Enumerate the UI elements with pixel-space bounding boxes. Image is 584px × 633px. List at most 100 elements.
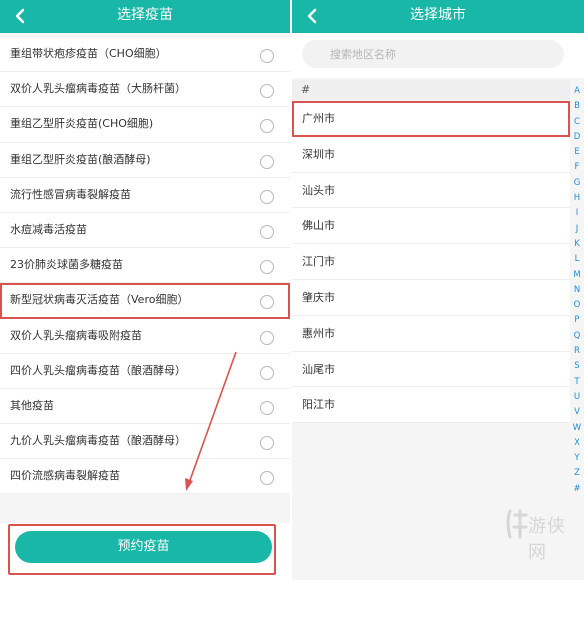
watermark-icon xyxy=(506,509,528,539)
index-letter[interactable]: E xyxy=(570,145,584,160)
radio-button[interactable] xyxy=(260,224,274,239)
index-letter[interactable]: N xyxy=(570,283,584,298)
vaccine-name: 重组乙型肝炎疫苗(酿酒酵母) xyxy=(10,152,151,166)
radio-button[interactable] xyxy=(260,154,274,169)
alphabet-index[interactable]: A B C D E F G H I J K L M N O P Q R S T U V W X Y Z # xyxy=(570,84,584,497)
page-title: 选择城市 xyxy=(410,7,466,23)
city-header-bar: 选择城市 xyxy=(292,0,584,33)
city-name: 汕头市 xyxy=(302,183,335,197)
vaccine-name: 水痘减毒活疫苗 xyxy=(10,222,87,236)
radio-button[interactable] xyxy=(260,49,274,63)
vaccine-item[interactable]: 流行性感冒病毒裂解疫苗 xyxy=(0,178,290,213)
vaccine-name: 新型冠状病毒灭活疫苗（Vero细胞） xyxy=(10,293,189,307)
vaccine-name: 流行性感冒病毒裂解疫苗 xyxy=(10,187,131,201)
search-bar xyxy=(292,33,584,78)
index-letter[interactable]: O xyxy=(570,298,584,313)
vaccine-item[interactable]: 双价人乳头瘤病毒吸附疫苗 xyxy=(0,319,290,354)
watermark-logo: 游侠网 xyxy=(504,505,580,563)
index-letter[interactable]: Y xyxy=(570,451,584,466)
index-letter[interactable]: C xyxy=(570,115,584,130)
city-list: 广州市深圳市汕头市佛山市江门市肇庆市惠州市汕尾市阳江市 xyxy=(292,101,570,424)
watermark-text: 游侠网 xyxy=(528,516,566,563)
city-name: 惠州市 xyxy=(302,326,335,340)
search-input[interactable] xyxy=(330,40,550,68)
vaccine-item[interactable]: 重组乙型肝炎疫苗(酿酒酵母) xyxy=(0,143,290,178)
index-letter[interactable]: Z xyxy=(570,466,584,481)
index-letter[interactable]: I xyxy=(570,206,584,221)
index-letter[interactable]: G xyxy=(570,176,584,191)
city-select-panel: 选择城市 # 广州市深圳市汕头市佛山市江门市肇庆市惠州市汕尾市阳江市 ABCDE… xyxy=(292,0,584,580)
index-letter[interactable]: K xyxy=(570,237,584,252)
city-name: 深圳市 xyxy=(302,147,335,161)
index-letter[interactable]: M xyxy=(570,268,584,283)
vaccine-select-panel: 选择疫苗 重组带状疱疹疫苗（CHO细胞） 双价人乳头瘤病毒疫苗（大肠杆菌） 重组乙型… xyxy=(0,0,290,580)
vaccine-name: 重组带状疱疹疫苗（CHO细胞） xyxy=(10,47,167,60)
radio-button[interactable] xyxy=(260,365,274,380)
section-header: # xyxy=(292,80,570,100)
bottom-action-area: 预约疫苗 xyxy=(0,523,290,580)
vaccine-item[interactable]: 四价人乳头瘤病毒疫苗（酿酒酵母） xyxy=(0,354,290,389)
index-letter[interactable]: V xyxy=(570,405,584,420)
index-letter[interactable]: X xyxy=(570,436,584,451)
radio-button[interactable] xyxy=(260,471,274,486)
index-letter[interactable]: J xyxy=(570,222,584,237)
vaccine-header-bar: 选择疫苗 xyxy=(0,0,290,33)
city-item[interactable]: 汕头市 xyxy=(292,173,570,209)
city-item[interactable]: 惠州市 xyxy=(292,316,570,352)
section-header-label: # xyxy=(301,83,311,96)
vaccine-name: 四价流感病毒裂解疫苗 xyxy=(10,469,120,483)
city-item[interactable]: 江门市 xyxy=(292,244,570,280)
radio-button[interactable] xyxy=(260,84,274,99)
index-letter[interactable]: T xyxy=(570,375,584,390)
index-letter[interactable]: R xyxy=(570,344,584,359)
index-letter[interactable]: D xyxy=(570,130,584,145)
radio-button[interactable] xyxy=(260,400,274,415)
vaccine-item[interactable]: 重组带状疱疹疫苗（CHO细胞） xyxy=(0,37,290,73)
radio-button[interactable] xyxy=(260,119,274,134)
index-letter[interactable]: S xyxy=(570,359,584,374)
vaccine-name: 九价人乳头瘤病毒疫苗（酿酒酵母） xyxy=(10,434,186,448)
vaccine-name: 双价人乳头瘤病毒吸附疫苗 xyxy=(10,328,142,342)
city-name: 广州市 xyxy=(302,112,335,125)
book-vaccine-button[interactable]: 预约疫苗 xyxy=(15,531,272,563)
city-item[interactable]: 深圳市 xyxy=(292,137,570,173)
vaccine-item[interactable]: 水痘减毒活疫苗 xyxy=(0,213,290,249)
vaccine-name: 23价肺炎球菌多糖疫苗 xyxy=(10,258,123,272)
city-name: 汕尾市 xyxy=(302,362,335,376)
vaccine-item[interactable]: 其他疫苗 xyxy=(0,389,290,425)
vaccine-name: 其他疫苗 xyxy=(10,398,54,412)
radio-button[interactable] xyxy=(260,330,274,345)
index-letter[interactable]: A xyxy=(570,84,584,99)
radio-button[interactable] xyxy=(260,260,274,275)
city-item[interactable]: 汕尾市 xyxy=(292,352,570,388)
search-field[interactable] xyxy=(302,40,564,68)
radio-button[interactable] xyxy=(260,189,274,204)
city-item[interactable]: 肇庆市 xyxy=(292,280,570,316)
index-letter[interactable]: W xyxy=(570,421,584,436)
index-letter[interactable]: U xyxy=(570,390,584,405)
vaccine-item[interactable]: 九价人乳头瘤病毒疫苗（酿酒酵母） xyxy=(0,424,290,460)
vaccine-item[interactable]: 重组乙型肝炎疫苗(CHO细胞) xyxy=(0,107,290,143)
radio-button[interactable] xyxy=(260,436,274,451)
city-name: 江门市 xyxy=(302,255,335,269)
index-letter[interactable]: L xyxy=(570,252,584,267)
index-letter[interactable]: Q xyxy=(570,329,584,344)
vaccine-name: 双价人乳头瘤病毒疫苗（大肠杆菌） xyxy=(10,82,186,96)
index-letter[interactable]: B xyxy=(570,99,584,114)
page-title: 选择疫苗 xyxy=(117,7,173,23)
city-item[interactable]: 佛山市 xyxy=(292,208,570,245)
vaccine-item[interactable]: 新型冠状病毒灭活疫苗（Vero细胞） xyxy=(0,283,290,319)
vaccine-name: 四价人乳头瘤病毒疫苗（酿酒酵母） xyxy=(10,363,186,377)
city-item[interactable]: 广州市 xyxy=(292,101,570,137)
index-letter[interactable]: H xyxy=(570,191,584,206)
radio-button[interactable] xyxy=(260,295,274,310)
city-name: 阳江市 xyxy=(302,398,335,412)
index-letter[interactable]: # xyxy=(570,482,584,497)
vaccine-item[interactable]: 双价人乳头瘤病毒疫苗（大肠杆菌） xyxy=(0,72,290,108)
index-letter[interactable]: P xyxy=(570,313,584,328)
index-letter[interactable]: F xyxy=(570,160,584,175)
city-item[interactable]: 阳江市 xyxy=(292,387,570,424)
city-name: 佛山市 xyxy=(302,219,335,233)
vaccine-item[interactable]: 四价流感病毒裂解疫苗 xyxy=(0,459,290,495)
vaccine-item[interactable]: 23价肺炎球菌多糖疫苗 xyxy=(0,248,290,284)
